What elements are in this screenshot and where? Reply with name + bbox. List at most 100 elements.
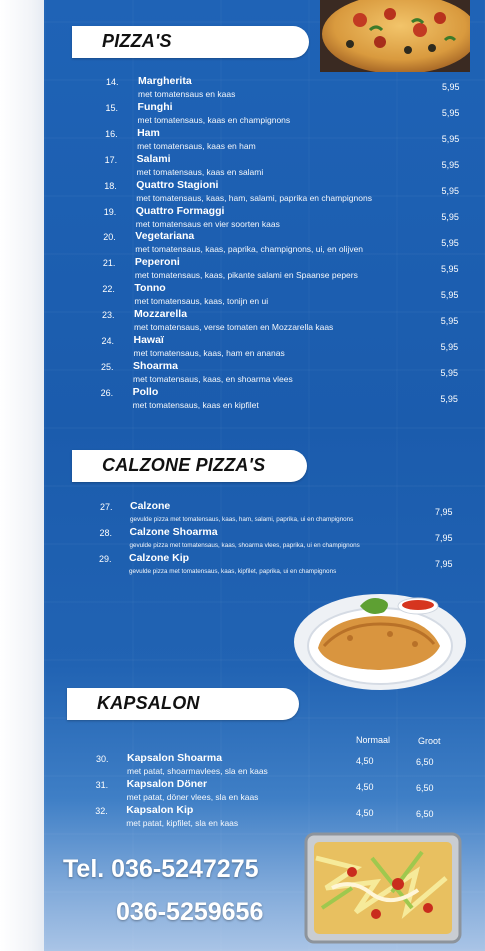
menu-item: 16. Ham met tomatensaus, kaas en ham 5,95 xyxy=(44,127,485,153)
item-name: Ham xyxy=(137,126,160,139)
section-title-calzone: CALZONE PIZZA'S xyxy=(102,455,266,475)
menu-item: 29. Calzone Kip gevulde pizza met tomatens… xyxy=(44,552,485,578)
item-price: 7,95 xyxy=(435,507,453,517)
item-description: met tomatensaus en kaas xyxy=(138,89,236,99)
item-name: Kapsalon Döner xyxy=(126,778,208,790)
item-price: 5,95 xyxy=(440,367,459,378)
item-description: met tomatensaus, kaas en champignons xyxy=(137,114,291,125)
item-price-normaal: 4,50 xyxy=(356,756,374,766)
item-name: Quattro Stagioni xyxy=(136,178,219,191)
item-description: met tomatensaus, kaas, ham, salami, papr… xyxy=(136,192,372,203)
item-description: met tomatensaus, kaas en ham xyxy=(137,140,256,151)
item-name: Calzone Shoarma xyxy=(129,526,218,538)
item-price-normaal: 4,50 xyxy=(356,808,374,818)
item-number: 24. xyxy=(101,336,115,346)
item-number: 14. xyxy=(106,77,119,87)
item-description: met tomatensaus, kaas, paprika, champign… xyxy=(135,244,364,255)
item-name: Margherita xyxy=(138,75,192,87)
item-price: 5,95 xyxy=(440,289,459,300)
item-price: 5,95 xyxy=(441,212,459,222)
item-number: 30. xyxy=(96,754,109,764)
item-number: 20. xyxy=(103,232,116,243)
item-price: 5,95 xyxy=(441,263,459,274)
item-number: 22. xyxy=(102,284,115,295)
item-name: Kapsalon Shoarma xyxy=(127,752,223,764)
menu-panel: PIZZA'S 14. Margherita met tomatensaus en … xyxy=(44,0,485,951)
calzone-photo xyxy=(290,586,470,696)
kapsalon-photo xyxy=(302,828,464,946)
section-title-pizzas: PIZZA'S xyxy=(102,31,172,51)
item-name: Vegetariana xyxy=(135,230,195,243)
item-name: Pollo xyxy=(132,385,159,398)
menu-item: 22. Tonno met tomatensaus, kaas, tonijn en… xyxy=(44,282,485,308)
item-number: 31. xyxy=(95,780,109,790)
menu-item: 21. Peperoni met tomatensaus, kaas, pikant… xyxy=(44,256,485,282)
menu-item: 27. Calzone gevulde pizza met tomatensaus,… xyxy=(44,500,485,526)
item-description: gevulde pizza met tomatensaus, kaas, ham… xyxy=(130,516,354,523)
item-price-groot: 6,50 xyxy=(416,757,434,767)
item-number: 26. xyxy=(100,387,114,398)
item-number: 16. xyxy=(105,128,118,139)
pizza-photo xyxy=(320,0,470,72)
item-description: met patat, kipfilet, sla en kaas xyxy=(126,818,239,828)
section-title-kapsalon: KAPSALON xyxy=(97,693,200,713)
menu-item: 20. Vegetariana met tomatensaus, kaas, pap… xyxy=(44,230,485,256)
item-price-groot: 6,50 xyxy=(416,809,434,819)
menu-item: 15. Funghi met tomatensaus, kaas en champi… xyxy=(44,101,485,127)
column-groot: Groot xyxy=(418,736,441,746)
item-description: met tomatensaus, kaas, pikante salami en… xyxy=(134,270,358,281)
item-number: 32. xyxy=(95,806,108,816)
menu-item: 19. Quattro Formaggi met tomatensaus en vi… xyxy=(44,205,485,231)
item-description: met tomatensaus, kaas, tonijn en ui xyxy=(134,296,269,307)
item-description: met tomatensaus, verse tomaten en Mozzar… xyxy=(133,322,334,333)
menu-item: 28. Calzone Shoarma gevulde pizza met toma… xyxy=(44,526,485,552)
menu-item: 32. Kapsalon Kip met patat, kipfilet, sla … xyxy=(44,804,485,830)
menu-item: 30. Kapsalon Shoarma met patat, shoarmavle… xyxy=(44,752,485,778)
item-description: met tomatensaus, kaas en kipfilet xyxy=(132,399,259,410)
item-name: Tonno xyxy=(134,282,166,295)
item-name: Calzone xyxy=(130,500,171,512)
menu-item: 26. Pollo met tomatensaus, kaas en kipfile… xyxy=(44,386,485,412)
item-name: Funghi xyxy=(137,100,173,113)
section-header-pizzas: PIZZA'S xyxy=(72,26,309,58)
item-price: 7,95 xyxy=(435,559,453,569)
item-price: 5,95 xyxy=(440,393,458,404)
item-name: Calzone Kip xyxy=(129,552,190,564)
menu-item: 31. Kapsalon Döner met patat, döner vlees,… xyxy=(44,778,485,804)
item-name: Shoarma xyxy=(133,359,178,372)
phone-number-1: Tel. 036-5247275 xyxy=(63,855,259,883)
page-margin xyxy=(0,0,44,951)
item-name: Kapsalon Kip xyxy=(126,804,194,816)
item-number: 29. xyxy=(99,554,112,564)
item-number: 23. xyxy=(101,310,115,321)
item-description: met tomatensaus en vier soorten kaas xyxy=(135,218,280,229)
item-price-groot: 6,50 xyxy=(416,783,434,793)
item-description: gevulde pizza met tomatensaus, kaas, kip… xyxy=(129,568,337,575)
item-description: met patat, döner vlees, sla en kaas xyxy=(126,792,259,802)
item-price: 5,95 xyxy=(442,82,460,92)
item-price: 7,95 xyxy=(435,533,453,543)
item-number: 27. xyxy=(100,502,113,512)
section-header-kapsalon: KAPSALON xyxy=(67,688,299,720)
menu-item: 18. Quattro Stagioni met tomatensaus, kaas… xyxy=(44,179,485,205)
item-number: 18. xyxy=(104,180,117,191)
item-description: met tomatensaus, kaas en salami xyxy=(136,166,264,177)
item-price: 5,95 xyxy=(440,315,459,326)
item-name: Quattro Formaggi xyxy=(135,204,225,217)
item-number: 15. xyxy=(105,102,119,113)
item-description: met patat, shoarmavlees, sla en kaas xyxy=(127,766,268,776)
phone-number-2: 036-5259656 xyxy=(116,898,264,926)
item-price: 5,95 xyxy=(441,159,460,170)
item-price: 5,95 xyxy=(440,342,459,352)
item-name: Salami xyxy=(136,152,171,165)
item-name: Peperoni xyxy=(134,256,180,269)
item-description: met tomatensaus, kaas, ham en ananas xyxy=(133,348,285,358)
item-price: 5,95 xyxy=(441,237,459,248)
menu-item: 24. Hawaï met tomatensaus, kaas, ham en an… xyxy=(44,334,485,360)
section-header-calzone: CALZONE PIZZA'S xyxy=(72,450,307,482)
item-description: gevulde pizza met tomatensaus, kaas, sho… xyxy=(129,542,360,549)
item-price: 5,95 xyxy=(441,107,460,118)
item-description: met tomatensaus, kaas, en shoarma vlees xyxy=(133,373,293,384)
item-price: 5,95 xyxy=(441,185,459,196)
menu-item: 25. Shoarma met tomatensaus, kaas, en shoa… xyxy=(44,360,485,386)
